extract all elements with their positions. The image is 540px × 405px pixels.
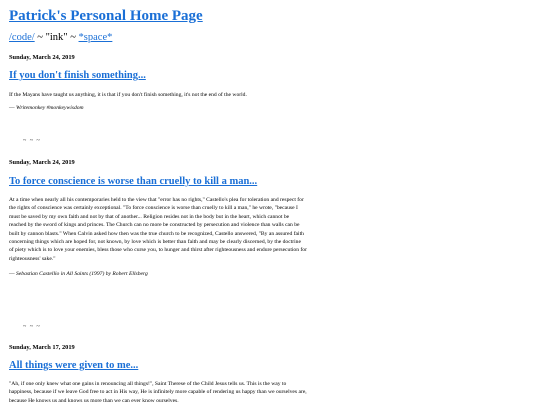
nav-separator: ~ bbox=[34, 32, 46, 43]
post-source: — Writemonkey #monkeywisdom bbox=[9, 104, 309, 112]
nav-separator: ~ bbox=[67, 32, 79, 43]
post-title-link[interactable]: If you don't finish something... bbox=[9, 70, 146, 81]
post: Sunday, March 24, 2019 To force conscien… bbox=[9, 158, 309, 278]
post: Sunday, March 17, 2019 All things were g… bbox=[9, 343, 309, 405]
nav-code-link[interactable]: /code/ bbox=[9, 32, 35, 43]
post: Sunday, March 24, 2019 If you don't fini… bbox=[9, 53, 309, 112]
post-title: To force conscience is worse than cruell… bbox=[9, 175, 309, 189]
post-divider: ~ ~ ~ bbox=[23, 324, 41, 330]
post-body: "Ah, if one only knew what one gains in … bbox=[9, 381, 307, 404]
post-date: Sunday, March 17, 2019 bbox=[9, 344, 75, 351]
post-title-link[interactable]: All things were given to me... bbox=[9, 360, 138, 371]
site-title-link[interactable]: Patrick's Personal Home Page bbox=[9, 8, 203, 24]
top-nav: /code/ ~ "ink" ~ *space* bbox=[9, 31, 112, 45]
post-body: At a time when nearly all his contempora… bbox=[9, 197, 307, 262]
nav-space-link[interactable]: *space* bbox=[79, 32, 113, 43]
post-source-text: Writemonkey #monkeywisdom bbox=[16, 105, 84, 112]
post-title-link[interactable]: To force conscience is worse than cruell… bbox=[9, 176, 257, 187]
post-divider: ~ ~ ~ bbox=[23, 138, 41, 144]
post-date: Sunday, March 24, 2019 bbox=[9, 159, 75, 166]
post-source-dash: — bbox=[9, 271, 16, 278]
post-body: If the Mayans have taught us anything, i… bbox=[9, 92, 247, 98]
post-date: Sunday, March 24, 2019 bbox=[9, 54, 75, 61]
post-source: — Sebastian Castellio in All Saints (199… bbox=[9, 270, 309, 278]
nav-ink-text: "ink" bbox=[45, 32, 68, 43]
site-title: Patrick's Personal Home Page bbox=[9, 6, 203, 26]
post-source-text: Sebastian Castellio in All Saints (1997)… bbox=[16, 271, 148, 278]
post-source-dash: — bbox=[9, 105, 16, 112]
post-title: If you don't finish something... bbox=[9, 69, 309, 83]
post-title: All things were given to me... bbox=[9, 359, 309, 373]
